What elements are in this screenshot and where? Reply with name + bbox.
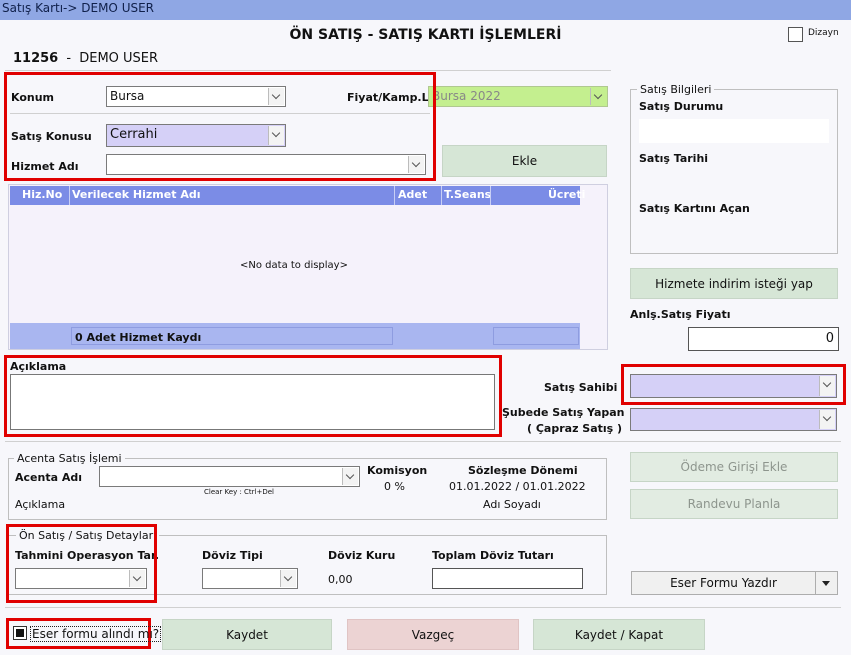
- chevron-down-icon[interactable]: [342, 468, 358, 485]
- grid-footer: 0 Adet Hizmet Kaydı: [10, 323, 580, 349]
- sozlesme-value: 01.01.2022 / 01.01.2022: [449, 480, 586, 493]
- customer-sep: -: [66, 51, 72, 66]
- grid-header: Hiz.No Verilecek Hizmet Adı Adet T.Seans…: [10, 186, 585, 205]
- col-hizmet-adi[interactable]: Verilecek Hizmet Adı: [72, 188, 200, 201]
- caret-down-icon: [822, 581, 830, 586]
- checkbox-check-icon: [16, 629, 24, 637]
- eser-checkbox-label[interactable]: Eser formu alındı mı?: [30, 626, 162, 642]
- grid-footer-count: 0 Adet Hizmet Kaydı: [71, 327, 393, 345]
- satis-sahibi-highlight: [621, 364, 846, 405]
- services-grid: Hiz.No Verilecek Hizmet Adı Adet T.Seans…: [8, 184, 608, 350]
- eser-yazdir-button[interactable]: Eser Formu Yazdır: [631, 571, 816, 595]
- anls-fiyat-label: Anlş.Satış Fiyatı: [630, 308, 731, 321]
- dizayn-checkbox[interactable]: [788, 27, 803, 42]
- odeme-girisi-button[interactable]: Ödeme Girişi Ekle: [630, 452, 838, 482]
- header-divider: [5, 70, 611, 71]
- aciklama-highlight: [4, 355, 502, 437]
- dizayn-label: Dizayn: [808, 28, 839, 38]
- konum-section-highlight: [4, 72, 436, 181]
- satis-tarihi-label: Satış Tarihi: [639, 152, 709, 165]
- adi-soyadi-label: Adı Soyadı: [483, 498, 541, 511]
- komisyon-value: 0 %: [384, 480, 405, 493]
- satis-sahibi-label: Satış Sahibi: [544, 381, 618, 394]
- doviz-kuru-value: 0,00: [328, 573, 353, 586]
- footer-divider: [5, 607, 841, 608]
- capraz-satis-label: ( Çapraz Satış ): [527, 422, 623, 435]
- kaydet-kapat-button[interactable]: Kaydet / Kapat: [533, 619, 705, 650]
- col-ucreti[interactable]: Ücreti: [548, 188, 585, 201]
- satis-bilgileri-group: [630, 89, 838, 254]
- col-hiz-no[interactable]: Hiz.No: [22, 188, 62, 201]
- toplam-doviz-label: Toplam Döviz Tutarı: [432, 549, 554, 562]
- detay-highlight: [6, 524, 157, 603]
- satis-durumu-label: Satış Durumu: [639, 100, 724, 113]
- chevron-down-icon[interactable]: [280, 570, 296, 587]
- satis-bilgileri-legend: Satış Bilgileri: [637, 83, 715, 96]
- fiyat-select[interactable]: Bursa 2022: [428, 86, 608, 107]
- satis-durumu-field: [639, 119, 829, 143]
- satis-karti-acan-label: Satış Kartını Açan: [639, 202, 750, 215]
- sube-satis-label: Şubede Satış Yapan: [502, 406, 625, 419]
- customer-line: 11256 - DEMO USER: [13, 51, 158, 66]
- anls-fiyat-input[interactable]: 0: [688, 327, 839, 351]
- window-title: Satış Kartı-> DEMO USER: [0, 0, 851, 20]
- clear-key-hint: Clear Key : Ctrl+Del: [204, 488, 274, 496]
- acenta-adi-label: Acenta Adı: [15, 471, 82, 484]
- sozlesme-label: Sözleşme Dönemi: [468, 464, 578, 477]
- page-title: ÖN SATIŞ - SATIŞ KARTI İŞLEMLERİ: [289, 27, 562, 43]
- acenta-adi-select[interactable]: [99, 466, 360, 487]
- acenta-aciklama-label: Açıklama: [15, 498, 66, 511]
- chevron-down-icon[interactable]: [819, 410, 835, 429]
- col-adet[interactable]: Adet: [398, 188, 427, 201]
- grid-footer-total: [493, 327, 579, 345]
- vazgec-button[interactable]: Vazgeç: [347, 619, 519, 650]
- komisyon-label: Komisyon: [367, 464, 428, 477]
- kaydet-button[interactable]: Kaydet: [162, 619, 332, 650]
- sube-satis-select[interactable]: [630, 408, 837, 431]
- doviz-kuru-label: Döviz Kuru: [328, 549, 396, 562]
- indirim-istegi-button[interactable]: Hizmete indirim isteği yap: [630, 268, 838, 299]
- eser-yazdir-dropdown[interactable]: [816, 571, 838, 595]
- fiyat-value: Bursa 2022: [432, 89, 501, 103]
- customer-name: DEMO USER: [79, 51, 159, 66]
- grid-empty-text: <No data to display>: [240, 260, 348, 271]
- randevu-planla-button[interactable]: Randevu Planla: [630, 489, 838, 519]
- chevron-down-icon[interactable]: [590, 88, 606, 105]
- doviz-tipi-select[interactable]: [202, 568, 298, 589]
- customer-no: 11256: [13, 51, 59, 66]
- toplam-doviz-input[interactable]: [432, 568, 583, 589]
- eser-checkbox[interactable]: [13, 626, 27, 640]
- doviz-tipi-label: Döviz Tipi: [202, 549, 263, 562]
- ekle-button[interactable]: Ekle: [442, 145, 607, 177]
- col-tseans[interactable]: T.Seans: [444, 188, 491, 201]
- acenta-legend: Acenta Satış İşlemi: [14, 452, 125, 465]
- section-divider: [5, 441, 841, 442]
